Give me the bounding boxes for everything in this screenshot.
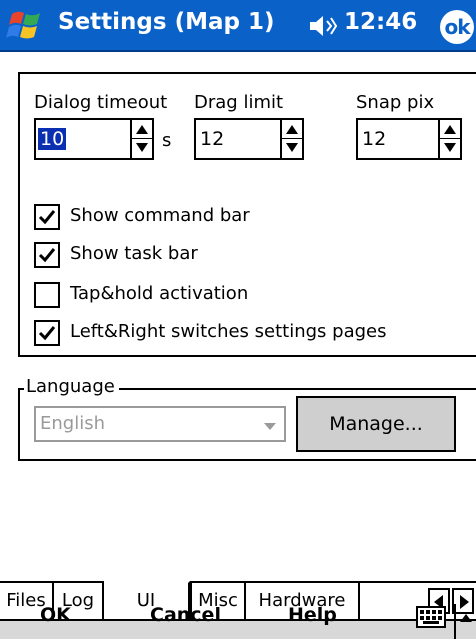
speaker-icon[interactable] [308, 14, 338, 38]
checkbox-show-task-bar[interactable]: Show task bar [34, 240, 334, 270]
checkmark-icon [38, 210, 56, 225]
drag-limit-label: Drag limit [194, 92, 284, 113]
checkbox[interactable] [34, 242, 60, 268]
spin-down-button[interactable] [132, 139, 152, 158]
tab-strip: Files Log UI Misc Hardware [0, 581, 476, 621]
keyboard-icon[interactable] [416, 606, 446, 628]
command-bar [0, 619, 476, 639]
checkbox-left-right-switches[interactable]: Left&Right switches settings pages [34, 318, 454, 348]
drag-limit-spinner[interactable]: 12 [194, 118, 304, 160]
checkbox-show-command-bar[interactable]: Show command bar [34, 202, 334, 232]
help-menu-button[interactable]: Help [288, 604, 337, 626]
dialog-timeout-value[interactable]: 10 [38, 128, 67, 150]
spinner-arrows [438, 120, 460, 158]
spin-up-button[interactable] [132, 120, 152, 139]
chevron-down-icon [264, 423, 276, 430]
checkbox-label: Left&Right switches settings pages [70, 321, 387, 342]
dialog-timeout-label: Dialog timeout [34, 92, 168, 113]
checkbox-label: Show command bar [70, 205, 250, 226]
snap-pix-label: Snap pix [356, 92, 435, 113]
language-value: English [40, 413, 105, 434]
spin-down-button[interactable] [282, 139, 302, 158]
language-legend: Language [24, 376, 119, 397]
checkbox-label: Tap&hold activation [70, 283, 249, 304]
window-title: Settings (Map 1) [58, 9, 275, 35]
cancel-menu-button[interactable]: Cancel [150, 604, 221, 626]
checkbox[interactable] [34, 320, 60, 346]
checkmark-icon [38, 326, 56, 341]
spin-up-button[interactable] [440, 120, 460, 139]
spin-up-button[interactable] [282, 120, 302, 139]
timeout-unit: s [162, 130, 172, 151]
dialog-timeout-spinner[interactable]: 10 [34, 118, 154, 160]
ok-menu-button[interactable]: OK [40, 604, 71, 626]
spin-down-button[interactable] [440, 139, 460, 158]
language-select[interactable]: English [34, 406, 286, 442]
snap-pix-spinner[interactable]: 12 [356, 118, 462, 160]
checkbox-tap-hold-activation[interactable]: Tap&hold activation [34, 280, 334, 310]
clock[interactable]: 12:46 [344, 9, 417, 35]
checkbox[interactable] [34, 204, 60, 230]
manage-button[interactable]: Manage... [296, 396, 456, 452]
checkmark-icon [38, 248, 56, 263]
windows-flag-icon[interactable] [6, 8, 46, 44]
checkbox[interactable] [34, 282, 60, 308]
drag-limit-value[interactable]: 12 [200, 128, 224, 150]
spinner-arrows [130, 120, 152, 158]
input-panel-arrow-button[interactable] [454, 604, 474, 639]
snap-pix-value[interactable]: 12 [362, 128, 386, 150]
checkbox-label: Show task bar [70, 243, 198, 264]
title-bar: Settings (Map 1) 12:46 ok [0, 0, 476, 52]
ok-button[interactable]: ok [440, 10, 474, 44]
spinner-arrows [280, 120, 302, 158]
